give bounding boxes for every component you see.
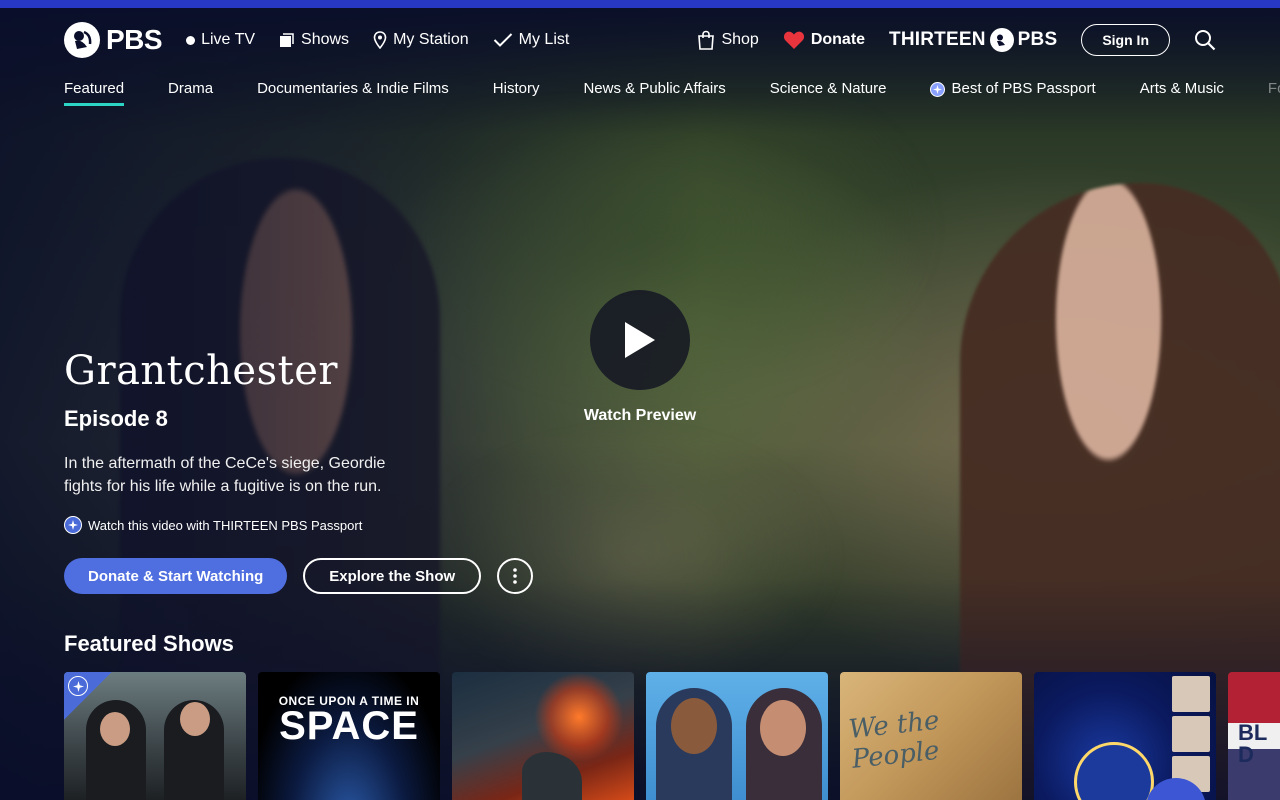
- show-title-logo: Grantchester: [64, 348, 338, 394]
- card-title-line2: SPACE: [279, 704, 419, 748]
- tab-label: Food: [1267, 80, 1280, 97]
- tab-science-nature[interactable]: Science & Nature: [770, 72, 887, 106]
- shows-icon: [280, 33, 294, 47]
- explore-show-button[interactable]: Explore the Show: [303, 558, 482, 594]
- top-accent-bar: [0, 0, 1280, 8]
- nav-live-tv[interactable]: Live TV: [186, 31, 255, 49]
- tab-arts-music[interactable]: Arts & Music: [1140, 72, 1224, 106]
- station-pbs-icon: [989, 28, 1014, 52]
- card-script-text: We the People: [847, 705, 941, 775]
- tab-history[interactable]: History: [493, 72, 540, 106]
- header-actions: Shop Donate THIRTEEN PBS Sign In: [697, 24, 1216, 56]
- card-face: [671, 698, 717, 754]
- category-tabs: Featured Drama Documentaries & Indie Fil…: [64, 72, 1280, 108]
- tab-label: Documentaries & Indie Films: [257, 80, 449, 97]
- station-name: THIRTEEN: [889, 29, 986, 50]
- nav-my-station[interactable]: My Station: [373, 31, 469, 49]
- nav-my-list[interactable]: My List: [493, 31, 570, 49]
- checkmark-icon: [493, 33, 512, 47]
- pbs-logo-text: PBS: [106, 24, 163, 55]
- passport-compass-icon: [68, 676, 88, 696]
- play-icon: [625, 322, 655, 358]
- nav-my-list-label: My List: [518, 31, 570, 48]
- card-portraits: [1172, 676, 1210, 792]
- card-emblem: [1074, 742, 1154, 800]
- passport-note-text: Watch this video with THIRTEEN PBS Passp…: [88, 517, 363, 533]
- donate-start-watching-button[interactable]: Donate & Start Watching: [64, 558, 288, 594]
- site-header: PBS Live TV Shows My Station My List Sho…: [0, 8, 1280, 72]
- nav-shows[interactable]: Shows: [279, 31, 349, 49]
- live-dot-icon: [186, 35, 196, 45]
- location-pin-icon: [373, 31, 387, 49]
- passport-icon: [930, 82, 946, 97]
- card-partial-text: BL D: [1238, 720, 1267, 767]
- portrait: [1172, 676, 1210, 712]
- tab-food[interactable]: Food: [1268, 72, 1280, 106]
- featured-shows-carousel: ONCE UPON A TIME IN SPACE We the People …: [64, 672, 1280, 800]
- tab-label: News & Public Affairs: [583, 80, 726, 97]
- heart-icon: [783, 31, 804, 49]
- shop-link[interactable]: Shop: [697, 30, 759, 50]
- card-face: [760, 700, 806, 756]
- nav-my-station-label: My Station: [393, 31, 469, 48]
- card-lava: [534, 672, 624, 762]
- tab-label: Arts & Music: [1139, 80, 1224, 97]
- featured-shows-title: Featured Shows: [64, 631, 234, 656]
- episode-title: Episode 8: [64, 406, 168, 431]
- station-suffix: PBS: [1017, 29, 1058, 50]
- show-card[interactable]: BL D: [1228, 672, 1280, 800]
- search-icon[interactable]: [1194, 29, 1216, 51]
- donate-link[interactable]: Donate: [783, 30, 865, 50]
- tab-documentaries[interactable]: Documentaries & Indie Films: [257, 72, 449, 106]
- sign-in-button[interactable]: Sign In: [1081, 24, 1170, 56]
- tab-label: Best of PBS Passport: [951, 80, 1096, 97]
- tab-drama[interactable]: Drama: [168, 72, 213, 106]
- tab-best-of-passport[interactable]: Best of PBS Passport: [930, 72, 1096, 106]
- station-logo[interactable]: THIRTEEN PBS: [889, 28, 1057, 52]
- tab-label: Featured: [64, 80, 125, 97]
- hero-actions: Donate & Start Watching Explore the Show: [64, 558, 534, 594]
- pbs-logo[interactable]: PBS: [64, 22, 163, 58]
- passport-compass-icon: [64, 516, 82, 534]
- show-card[interactable]: [452, 672, 634, 800]
- card-face: [180, 702, 210, 736]
- nav-shows-label: Shows: [301, 31, 350, 48]
- passport-note: Watch this video with THIRTEEN PBS Passp…: [64, 516, 362, 534]
- portrait: [1172, 716, 1210, 752]
- primary-nav: Live TV Shows My Station My List: [186, 31, 569, 49]
- tab-label: Science & Nature: [769, 80, 887, 97]
- pbs-head-icon: [64, 22, 100, 58]
- episode-description: In the aftermath of the CeCe's siege, Ge…: [64, 455, 386, 495]
- shopping-bag-icon: [698, 30, 715, 50]
- watch-preview-label[interactable]: Watch Preview: [540, 407, 740, 425]
- tab-news[interactable]: News & Public Affairs: [583, 72, 725, 106]
- donate-label: Donate: [810, 31, 866, 48]
- show-card[interactable]: [646, 672, 828, 800]
- tab-featured[interactable]: Featured: [64, 72, 125, 106]
- passport-corner-badge: [64, 672, 112, 720]
- tab-label: Drama: [168, 80, 214, 97]
- show-card[interactable]: ONCE UPON A TIME IN SPACE: [258, 672, 440, 800]
- watch-preview-button[interactable]: [590, 290, 690, 390]
- more-options-button[interactable]: [497, 558, 534, 594]
- nav-live-tv-label: Live TV: [201, 31, 256, 48]
- tab-label: History: [492, 80, 540, 97]
- kebab-menu-icon: [513, 568, 517, 584]
- show-card[interactable]: We the People: [840, 672, 1022, 800]
- show-card[interactable]: [64, 672, 246, 800]
- shop-label: Shop: [721, 31, 759, 48]
